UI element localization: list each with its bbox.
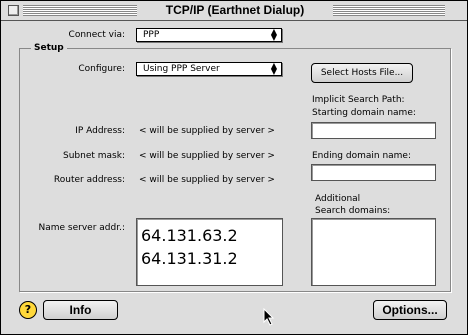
configure-label: Configure:: [78, 64, 125, 74]
window-title: TCP/IP (Earthnet Dialup): [137, 3, 333, 17]
help-glyph: ?: [24, 303, 32, 316]
ending-domain-label: Ending domain name:: [312, 151, 412, 161]
connect-via-value: PPP: [143, 30, 160, 40]
ending-domain-field[interactable]: [311, 164, 436, 181]
title-stripes-right: [333, 5, 445, 16]
additional-search-domains-field[interactable]: [311, 218, 436, 286]
setup-title: Setup: [31, 43, 67, 53]
subnet-mask-value: < will be supplied by server >: [139, 151, 275, 161]
connect-via-label: Connect via:: [68, 30, 125, 40]
close-box-icon[interactable]: [8, 5, 19, 16]
additional-label: Additional: [315, 194, 361, 204]
title-bar[interactable]: TCP/IP (Earthnet Dialup): [1, 1, 467, 21]
name-server-entry: 64.131.31.2: [141, 249, 238, 268]
search-domains-label: Search domains:: [315, 206, 391, 216]
popup-arrows-icon: ▲ ▼: [270, 61, 278, 76]
configure-popup[interactable]: Using PPP Server ▲ ▼: [136, 62, 282, 76]
router-address-value: < will be supplied by server >: [139, 175, 275, 185]
title-stripes-left: [23, 5, 137, 16]
select-hosts-button[interactable]: Select Hosts File...: [311, 63, 413, 83]
ip-address-value: < will be supplied by server >: [139, 126, 275, 136]
subnet-mask-label: Subnet mask:: [63, 151, 125, 161]
starting-domain-label-text: Starting domain name:: [312, 108, 416, 118]
name-server-label: Name server addr.:: [38, 223, 125, 233]
implicit-search-label: Implicit Search Path:: [312, 95, 405, 105]
options-button[interactable]: Options...: [373, 300, 447, 320]
ip-address-label: IP Address:: [75, 126, 125, 136]
tcpip-window: TCP/IP (Earthnet Dialup) Connect via: PP…: [0, 0, 468, 335]
help-icon[interactable]: ?: [19, 301, 37, 319]
configure-value: Using PPP Server: [143, 64, 220, 74]
popup-arrows-icon: ▲ ▼: [270, 27, 278, 42]
starting-domain-field[interactable]: [311, 122, 436, 139]
router-address-label: Router address:: [53, 175, 125, 185]
name-server-entry: 64.131.63.2: [141, 226, 238, 245]
connect-via-popup[interactable]: PPP ▲ ▼: [136, 28, 282, 42]
info-button[interactable]: Info: [43, 300, 118, 320]
name-server-field[interactable]: 64.131.63.2 64.131.31.2: [136, 218, 283, 286]
arrow-cursor-icon: [263, 308, 275, 326]
